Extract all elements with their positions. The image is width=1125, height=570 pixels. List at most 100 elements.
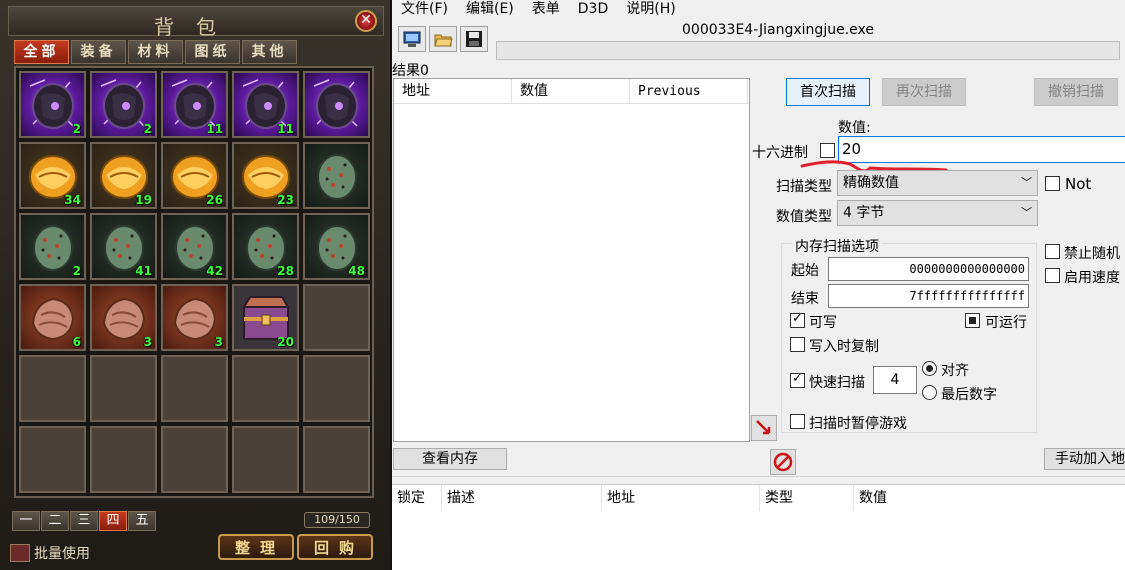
save-button[interactable] (460, 26, 488, 52)
menu-item-2[interactable]: 表单 (523, 0, 569, 20)
inventory-slot[interactable] (303, 71, 370, 138)
memory-options-title: 内存扫描选项 (792, 236, 882, 256)
inventory-slot[interactable]: 3 (161, 284, 228, 351)
inventory-slot-empty[interactable] (303, 426, 370, 493)
inventory-slot[interactable]: 6 (19, 284, 86, 351)
inventory-slot[interactable]: 2 (19, 213, 86, 280)
inventory-slot-empty[interactable] (161, 355, 228, 422)
clear-list-button[interactable] (770, 449, 796, 475)
addr-col-description[interactable]: 描述 (442, 485, 602, 511)
item-count: 6 (72, 335, 81, 349)
batch-use-checkbox[interactable] (10, 544, 30, 562)
open-process-button[interactable] (398, 26, 426, 52)
inventory-slot-empty[interactable] (303, 355, 370, 422)
open-file-button[interactable] (429, 26, 457, 52)
folder-open-icon (434, 34, 453, 47)
inventory-slot[interactable]: 20 (232, 284, 299, 351)
start-label: 起始 (791, 263, 819, 279)
sort-button[interactable]: 整理 (218, 534, 294, 560)
scan-type-select[interactable]: 精确数值 ﹀ (837, 170, 1038, 196)
tab-1[interactable]: 装备 (71, 40, 126, 64)
addr-col-address[interactable]: 地址 (602, 485, 760, 511)
undo-scan-button[interactable]: 撤销扫描 (1034, 78, 1118, 106)
item-count: 48 (348, 264, 365, 278)
inventory-slot-empty[interactable] (232, 355, 299, 422)
page-button-4[interactable]: 四 (99, 511, 127, 531)
inventory-slot-empty[interactable] (232, 426, 299, 493)
process-title: 000033E4-Jiangxingjue.exe (682, 22, 874, 38)
page-button-5[interactable]: 五 (128, 511, 156, 531)
batch-use[interactable]: 批量使用 (10, 543, 90, 563)
pointer-tool-button[interactable] (751, 415, 777, 441)
item-count: 23 (277, 193, 294, 207)
menu-item-1[interactable]: 编辑(E) (457, 0, 523, 20)
cheat-engine-window: 文件(F) 编辑(E) 表单 D3D 说明(H) 000033E4-Jiangx… (392, 0, 1125, 570)
end-address-input[interactable]: 7fffffffffffffff (828, 284, 1029, 308)
tab-4[interactable]: 其他 (242, 40, 297, 64)
inventory-slot[interactable]: 42 (161, 213, 228, 280)
tab-2[interactable]: 材料 (128, 40, 183, 64)
results-col-value[interactable]: 数值 (512, 79, 630, 103)
inventory-slot[interactable] (303, 142, 370, 209)
disable-random-label: 禁止随机 (1064, 246, 1120, 262)
view-memory-button[interactable]: 查看内存 (393, 448, 507, 470)
writable-checkbox[interactable] (790, 311, 805, 328)
copy-on-write-label: 写入时复制 (809, 339, 879, 355)
inventory-slot-empty[interactable] (90, 426, 157, 493)
inventory-slot[interactable]: 28 (232, 213, 299, 280)
inventory-slot[interactable]: 19 (90, 142, 157, 209)
inventory-slot[interactable]: 23 (232, 142, 299, 209)
menu-item-0[interactable]: 文件(F) (392, 0, 457, 20)
not-checkbox[interactable] (1045, 176, 1060, 191)
start-address-input[interactable]: 0000000000000000 (828, 257, 1029, 281)
copy-on-write-checkbox[interactable] (790, 337, 805, 352)
menu-item-4[interactable]: 说明(H) (617, 0, 684, 20)
executable-checkbox[interactable] (965, 313, 980, 328)
inventory-title: 背包 (154, 15, 238, 39)
disable-random-checkbox[interactable] (1045, 244, 1060, 259)
inventory-slot[interactable]: 34 (19, 142, 86, 209)
enable-speed-checkbox[interactable] (1045, 268, 1060, 283)
page-button-3[interactable]: 三 (70, 511, 98, 531)
inventory-slot[interactable]: 26 (161, 142, 228, 209)
fast-scan-input[interactable]: 4 (873, 366, 917, 394)
inventory-slot-empty[interactable] (19, 426, 86, 493)
scan-type-value: 精确数值 (843, 175, 899, 191)
inventory-slot-empty[interactable] (90, 355, 157, 422)
addr-col-type[interactable]: 类型 (760, 485, 854, 511)
page-button-1[interactable]: 一 (12, 511, 40, 531)
pause-game-checkbox[interactable] (790, 414, 805, 429)
inventory-slot[interactable]: 48 (303, 213, 370, 280)
tab-0[interactable]: 全部 (14, 40, 69, 64)
first-scan-button[interactable]: 首次扫描 (786, 78, 870, 106)
results-list[interactable]: 地址 数值 Previous (393, 78, 750, 442)
addr-col-value[interactable]: 数值 (854, 485, 974, 511)
fast-scan-checkbox[interactable] (790, 371, 805, 388)
results-col-address[interactable]: 地址 (394, 79, 512, 103)
item-count: 28 (277, 264, 294, 278)
inventory-slot-empty[interactable] (161, 426, 228, 493)
inventory-slot[interactable]: 2 (19, 71, 86, 138)
menu-item-3[interactable]: D3D (569, 0, 617, 20)
align-radio[interactable] (922, 361, 937, 376)
inventory-slot[interactable]: 41 (90, 213, 157, 280)
value-type-select[interactable]: 4 字节 ﹀ (837, 200, 1038, 226)
inventory-slot[interactable]: 3 (90, 284, 157, 351)
close-icon[interactable]: ✕ (355, 10, 377, 32)
buyback-button[interactable]: 回购 (297, 534, 373, 560)
page-button-2[interactable]: 二 (41, 511, 69, 531)
results-list-header: 地址 数值 Previous (394, 79, 749, 104)
inventory-slot[interactable]: 2 (90, 71, 157, 138)
splitter[interactable] (392, 476, 1125, 477)
inventory-slot[interactable]: 11 (232, 71, 299, 138)
addr-col-lock[interactable]: 锁定 (392, 485, 442, 511)
address-list[interactable]: 锁定 描述 地址 类型 数值 (392, 484, 1125, 570)
results-col-previous[interactable]: Previous (630, 79, 748, 103)
inventory-slot[interactable]: 11 (161, 71, 228, 138)
manual-add-button[interactable]: 手动加入地 (1044, 448, 1125, 470)
next-scan-button[interactable]: 再次扫描 (882, 78, 966, 106)
inventory-slot-empty[interactable] (303, 284, 370, 351)
last-digits-radio[interactable] (922, 385, 937, 400)
inventory-slot-empty[interactable] (19, 355, 86, 422)
tab-3[interactable]: 图纸 (185, 40, 240, 64)
